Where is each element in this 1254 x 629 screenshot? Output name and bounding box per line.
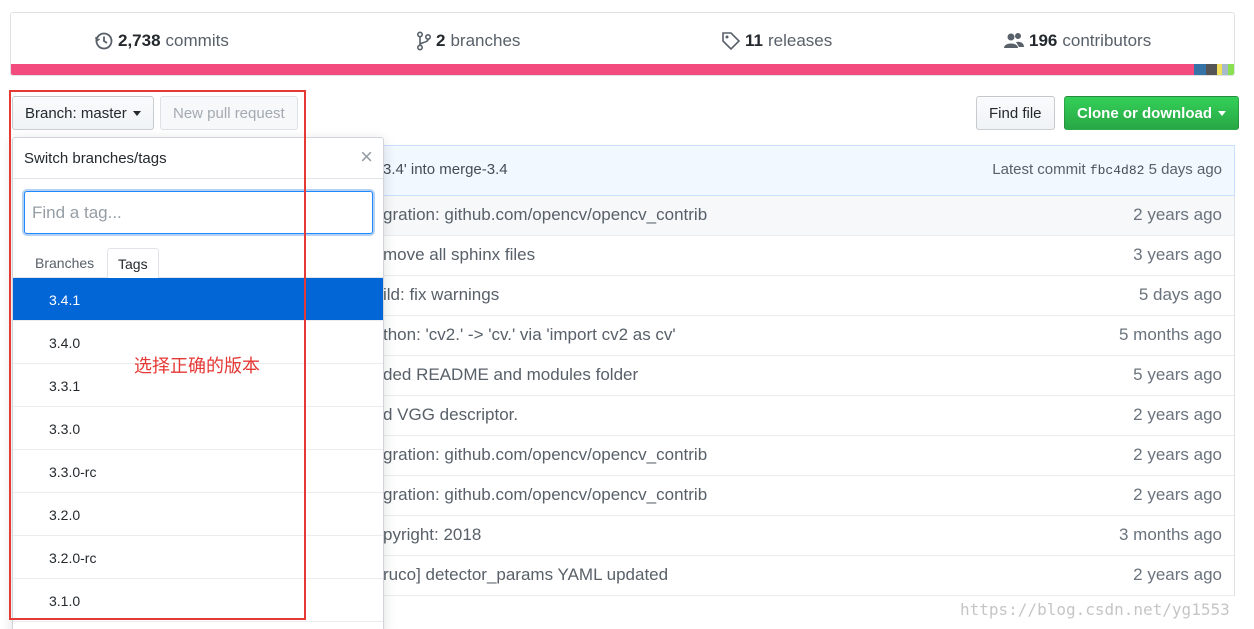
commits-count: 2,738 bbox=[118, 31, 161, 50]
branch-icon bbox=[416, 31, 432, 51]
file-commit-age: 2 years ago bbox=[1133, 445, 1222, 464]
tag-label: 3.4.0 bbox=[49, 335, 81, 351]
tag-item[interactable]: 3.3.0-rc bbox=[13, 450, 383, 493]
tag-item[interactable]: 3.2.0 bbox=[13, 493, 383, 536]
tag-icon bbox=[722, 32, 741, 51]
file-commit-message[interactable]: gration: github.com/opencv/opencv_contri… bbox=[383, 445, 707, 465]
tab-branches[interactable]: Branches bbox=[35, 255, 94, 271]
branch-tag-dropdown: Switch branches/tags × Branches Tags 3.4… bbox=[12, 137, 384, 629]
latest-commit-message[interactable]: 3.4' into merge-3.4 bbox=[383, 161, 508, 178]
latest-commit-info: Latest commit fbc4d82 5 days ago bbox=[992, 161, 1222, 178]
file-commit-message[interactable]: d VGG descriptor. bbox=[383, 405, 518, 425]
tag-label: 3.2.0-rc bbox=[49, 550, 97, 566]
close-icon[interactable]: × bbox=[360, 146, 373, 168]
commits-link[interactable]: 2,738 commits bbox=[94, 29, 229, 53]
tag-item-selected[interactable]: 3.4.1 bbox=[13, 278, 383, 321]
dropdown-header: Switch branches/tags × bbox=[13, 138, 383, 179]
tag-label: 3.4.1 bbox=[49, 292, 81, 308]
tab-tags[interactable]: Tags bbox=[107, 248, 159, 279]
latest-commit-label: Latest commit bbox=[992, 161, 1086, 178]
commits-label: commits bbox=[165, 31, 229, 50]
file-row: move all sphinx files 3 years ago bbox=[383, 236, 1234, 276]
branch-select-label: Branch: master bbox=[25, 104, 127, 122]
file-commit-message[interactable]: ruco] detector_params YAML updated bbox=[383, 565, 668, 585]
language-segment-cpp bbox=[11, 64, 1194, 75]
tag-label: 3.3.0-rc bbox=[49, 464, 97, 480]
contributors-link[interactable]: 196 contributors bbox=[1003, 29, 1151, 53]
file-row: gration: github.com/opencv/opencv_contri… bbox=[383, 196, 1234, 236]
repo-summary: 2,738 commits 2 branches 11 releases 196… bbox=[10, 12, 1235, 76]
file-commit-age: 5 months ago bbox=[1118, 325, 1222, 344]
file-commit-age: 2 years ago bbox=[1133, 485, 1222, 504]
people-icon bbox=[1004, 33, 1024, 48]
latest-commit-bar: 3.4' into merge-3.4 Latest commit fbc4d8… bbox=[383, 145, 1235, 196]
dropdown-title: Switch branches/tags bbox=[24, 150, 167, 167]
file-list: gration: github.com/opencv/opencv_contri… bbox=[383, 196, 1235, 596]
file-row: pyright: 2018 3 months ago bbox=[383, 516, 1234, 556]
latest-commit-age: 5 days ago bbox=[1148, 161, 1222, 178]
language-segment-shell bbox=[1227, 64, 1234, 75]
file-commit-age: 5 years ago bbox=[1133, 365, 1222, 384]
dropdown-tabs: Branches Tags bbox=[13, 247, 383, 279]
latest-commit-sha[interactable]: fbc4d82 bbox=[1090, 163, 1145, 178]
language-segment-other bbox=[1205, 64, 1217, 75]
file-row: ild: fix warnings 5 days ago bbox=[383, 276, 1234, 316]
file-row: gration: github.com/opencv/opencv_contri… bbox=[383, 476, 1234, 516]
new-pull-request-button[interactable]: New pull request bbox=[160, 96, 298, 130]
file-commit-message[interactable]: move all sphinx files bbox=[383, 245, 535, 265]
file-commit-message[interactable]: ild: fix warnings bbox=[383, 285, 499, 305]
file-commit-age: 5 days ago bbox=[1138, 285, 1222, 304]
file-row: gration: github.com/opencv/opencv_contri… bbox=[383, 436, 1234, 476]
find-file-label: Find file bbox=[989, 104, 1042, 122]
releases-label: releases bbox=[767, 31, 833, 50]
file-commit-age: 3 years ago bbox=[1133, 245, 1222, 264]
language-segment-python bbox=[1193, 64, 1206, 75]
tag-item[interactable]: 3.1.0 bbox=[13, 579, 383, 622]
clone-download-label: Clone or download bbox=[1077, 104, 1212, 122]
branches-label: branches bbox=[450, 31, 521, 50]
tag-list: 3.4.1 3.4.0 3.3.1 3.3.0 3.3.0-rc 3.2.0 3… bbox=[13, 278, 383, 622]
clone-download-button[interactable]: Clone or download bbox=[1064, 96, 1239, 130]
file-commit-message[interactable]: pyright: 2018 bbox=[383, 525, 481, 545]
file-row: ded README and modules folder 5 years ag… bbox=[383, 356, 1234, 396]
file-commit-age: 3 months ago bbox=[1118, 525, 1222, 544]
releases-link[interactable]: 11 releases bbox=[721, 29, 832, 53]
file-row: d VGG descriptor. 2 years ago bbox=[383, 396, 1234, 436]
branches-link[interactable]: 2 branches bbox=[416, 29, 520, 53]
file-row: thon: 'cv2.' -> 'cv.' via 'import cv2 as… bbox=[383, 316, 1234, 356]
tag-item[interactable]: 3.2.0-rc bbox=[13, 536, 383, 579]
file-commit-age: 2 years ago bbox=[1133, 205, 1222, 224]
history-icon bbox=[95, 32, 113, 50]
contributors-count: 196 bbox=[1029, 31, 1058, 50]
file-commit-message[interactable]: gration: github.com/opencv/opencv_contri… bbox=[383, 205, 707, 225]
file-commit-message[interactable]: gration: github.com/opencv/opencv_contri… bbox=[383, 485, 707, 505]
language-bar[interactable] bbox=[11, 64, 1234, 75]
find-file-button[interactable]: Find file bbox=[976, 96, 1055, 130]
tag-item[interactable]: 3.3.0 bbox=[13, 407, 383, 450]
releases-count: 11 bbox=[745, 31, 763, 50]
file-commit-message[interactable]: ded README and modules folder bbox=[383, 365, 638, 385]
tag-label: 3.1.0 bbox=[49, 593, 81, 609]
file-row: ruco] detector_params YAML updated 2 yea… bbox=[383, 556, 1234, 596]
tag-filter-input[interactable] bbox=[24, 191, 373, 234]
branches-count: 2 bbox=[436, 31, 446, 50]
caret-down-icon bbox=[1218, 110, 1226, 116]
file-commit-message[interactable]: thon: 'cv2.' -> 'cv.' via 'import cv2 as… bbox=[383, 325, 676, 345]
tag-label: 3.2.0 bbox=[49, 507, 81, 523]
caret-down-icon bbox=[132, 110, 141, 116]
watermark-text: https://blog.csdn.net/yg1553 bbox=[960, 600, 1230, 619]
file-commit-age: 2 years ago bbox=[1133, 565, 1222, 584]
branch-select-button[interactable]: Branch: master bbox=[12, 96, 154, 130]
contributors-label: contributors bbox=[1062, 31, 1152, 50]
file-commit-age: 2 years ago bbox=[1133, 405, 1222, 424]
tag-label: 3.3.1 bbox=[49, 378, 81, 394]
tag-label: 3.3.0 bbox=[49, 421, 81, 437]
annotation-note: 选择正确的版本 bbox=[134, 356, 260, 377]
new-pull-request-label: New pull request bbox=[173, 104, 285, 122]
